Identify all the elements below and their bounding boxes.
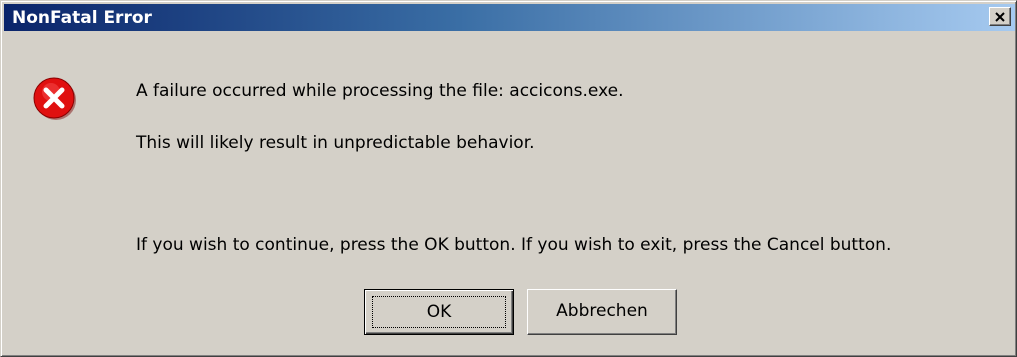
close-button[interactable] xyxy=(989,7,1011,26)
ok-button-label: OK xyxy=(372,296,506,328)
title-bar[interactable]: NonFatal Error xyxy=(4,4,1015,31)
cancel-button[interactable]: Abbrechen xyxy=(527,289,677,335)
error-icon xyxy=(33,77,76,120)
close-icon xyxy=(995,12,1005,22)
ok-button[interactable]: OK xyxy=(364,289,514,335)
error-message-line: A failure occurred while processing the … xyxy=(136,81,624,101)
error-consequence-line: This will likely result in unpredictable… xyxy=(136,133,535,153)
error-dialog: NonFatal Error A failure occurred while … xyxy=(0,0,1017,357)
instruction-line: If you wish to continue, press the OK bu… xyxy=(136,235,892,255)
window-title: NonFatal Error xyxy=(12,8,152,28)
